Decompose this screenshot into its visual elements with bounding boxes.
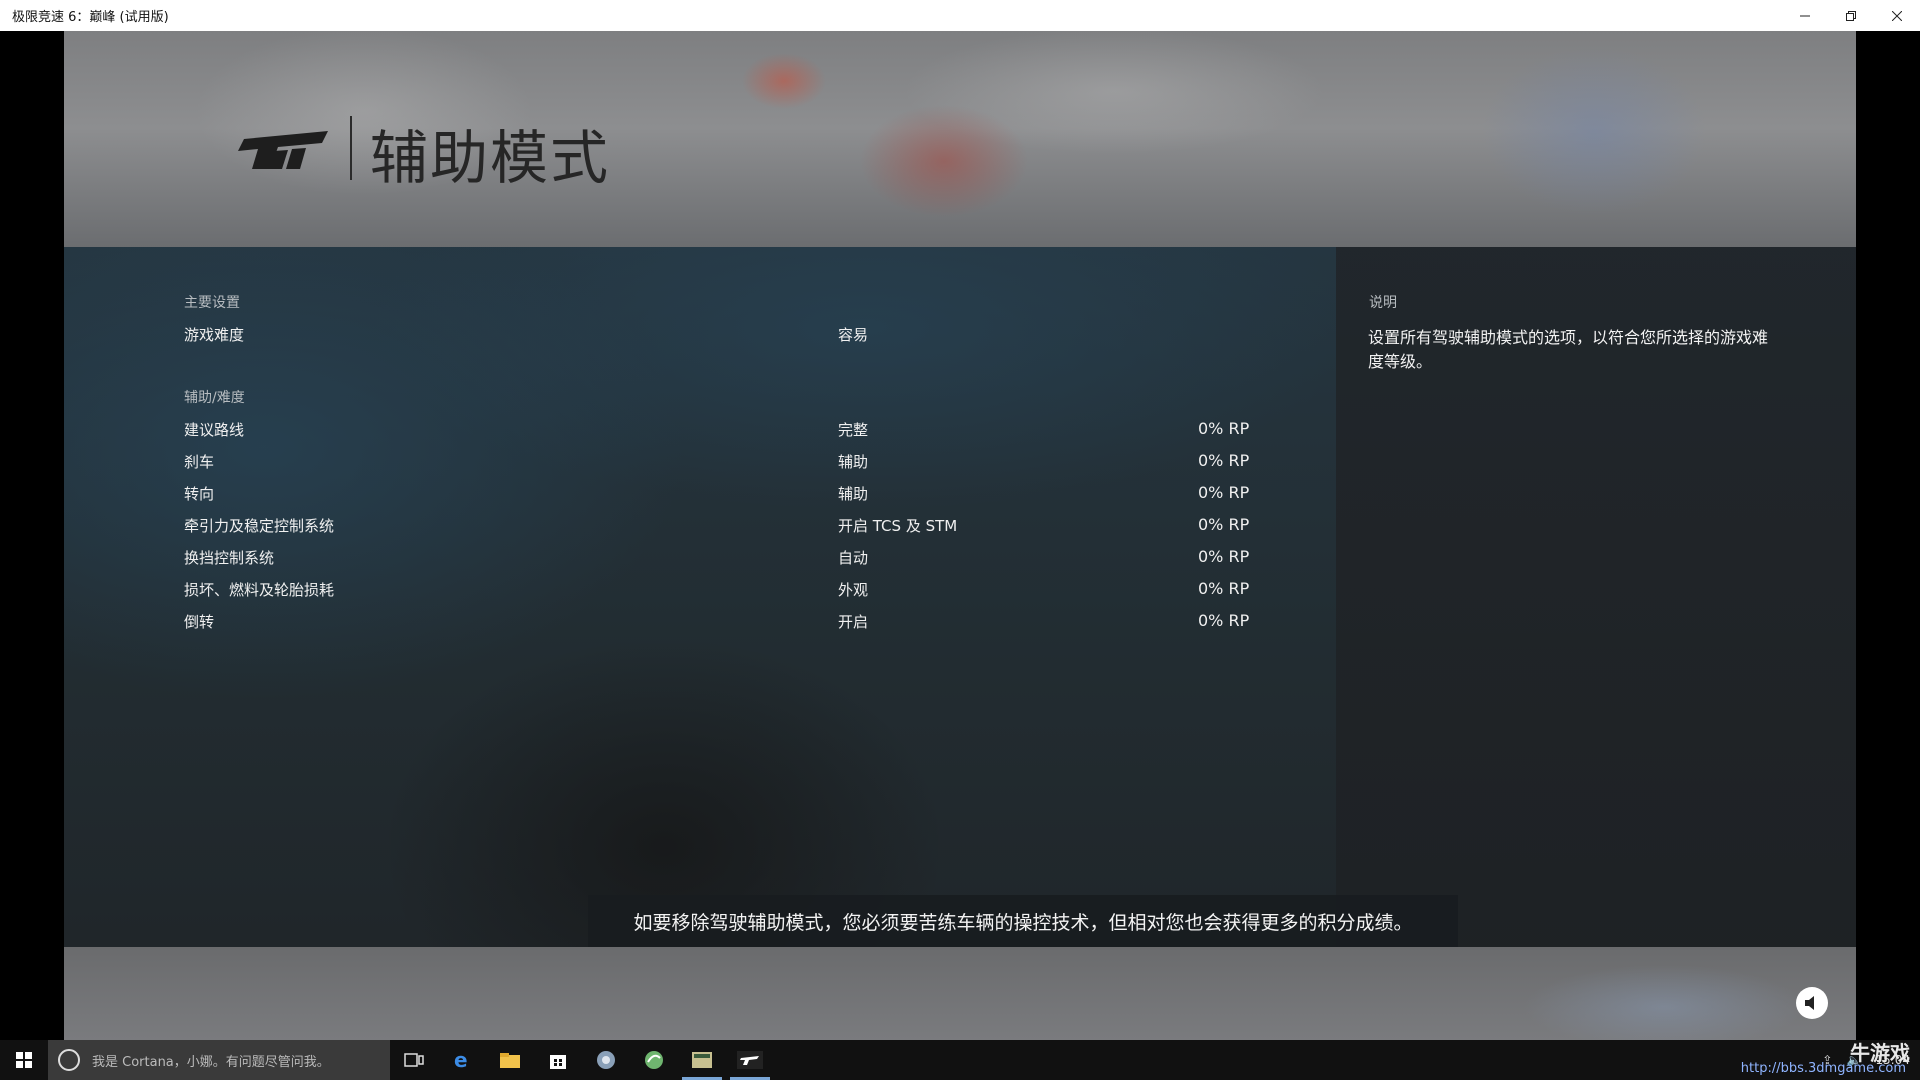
- letterbox-right: [1856, 31, 1920, 1040]
- taskbar-app-3[interactable]: [678, 1040, 726, 1080]
- search-placeholder: 我是 Cortana，小娜。有问题尽管问我。: [92, 1054, 330, 1070]
- setting-name: 刹车: [184, 453, 215, 471]
- minimize-button[interactable]: [1782, 0, 1828, 31]
- forza-logo-icon: [238, 131, 328, 169]
- app-icon-3: [692, 1052, 712, 1068]
- setting-name: 倒转: [184, 613, 215, 631]
- task-view-icon: [404, 1053, 424, 1067]
- watermark-url: http://bbs.3dmgame.com: [1740, 1061, 1906, 1076]
- taskbar-app-1[interactable]: [582, 1040, 630, 1080]
- setting-row-damage-fuel-tires[interactable]: 损坏、燃料及轮胎损耗 外观 0% RP: [184, 579, 1284, 607]
- setting-value: 辅助: [838, 485, 869, 503]
- setting-rp: 0% RP: [1198, 483, 1250, 502]
- setting-name: 转向: [184, 485, 215, 503]
- app-icon-1: [597, 1051, 615, 1069]
- setting-row-difficulty[interactable]: 游戏难度 容易: [184, 324, 1284, 352]
- cortana-icon: [58, 1049, 80, 1071]
- sound-button[interactable]: [1796, 987, 1828, 1019]
- window-titlebar: 极限竞速 6：巅峰 (试用版): [0, 0, 1920, 31]
- setting-value: 外观: [838, 581, 869, 599]
- window-title: 极限竞速 6：巅峰 (试用版): [12, 10, 169, 25]
- taskbar-app-2[interactable]: [630, 1040, 678, 1080]
- setting-rp: 0% RP: [1198, 579, 1250, 598]
- description-text: 设置所有驾驶辅助模式的选项，以符合您所选择的游戏难度等级。: [1368, 328, 1769, 371]
- setting-rp: 0% RP: [1198, 611, 1250, 630]
- hint-banner: 如要移除驾驶辅助模式，您必须要苦练车辆的操控技术，但相对您也会获得更多的积分成绩…: [588, 895, 1458, 947]
- close-button[interactable]: [1874, 0, 1920, 31]
- setting-name: 牵引力及稳定控制系统: [184, 517, 335, 535]
- setting-value: 开启 TCS 及 STM: [838, 517, 958, 535]
- start-button[interactable]: [0, 1040, 48, 1080]
- store-icon: [550, 1055, 566, 1069]
- setting-value: 开启: [838, 613, 869, 631]
- setting-rp: 0% RP: [1198, 515, 1250, 534]
- task-view-button[interactable]: [390, 1040, 438, 1080]
- header-banner: 辅助模式: [64, 31, 1856, 247]
- setting-rp: 0% RP: [1198, 547, 1250, 566]
- setting-row-shifting[interactable]: 换挡控制系统 自动 0% RP: [184, 547, 1284, 575]
- store-button[interactable]: [534, 1040, 582, 1080]
- setting-rp: 0% RP: [1198, 451, 1250, 470]
- window-controls: [1782, 0, 1920, 31]
- file-explorer-button[interactable]: [486, 1040, 534, 1080]
- svg-text:e: e: [454, 1049, 468, 1071]
- setting-row-steering[interactable]: 转向 辅助 0% RP: [184, 483, 1284, 511]
- cortana-search-box[interactable]: 我是 Cortana，小娜。有问题尽管问我。: [48, 1040, 390, 1080]
- setting-name: 换挡控制系统: [184, 549, 275, 567]
- edge-button[interactable]: e: [438, 1040, 486, 1080]
- setting-value: 辅助: [838, 453, 869, 471]
- setting-name: 损坏、燃料及轮胎损耗: [184, 581, 335, 599]
- minimize-icon: [1800, 15, 1810, 16]
- setting-row-traction-stability[interactable]: 牵引力及稳定控制系统 开启 TCS 及 STM 0% RP: [184, 515, 1284, 543]
- file-explorer-icon: [500, 1053, 520, 1068]
- assists-section-label: 辅助/难度: [184, 390, 245, 406]
- speaker-icon: [1805, 996, 1814, 1010]
- main-settings-label: 主要设置: [184, 295, 240, 311]
- setting-value: 自动: [838, 549, 869, 567]
- setting-name: 建议路线: [184, 421, 245, 439]
- edge-icon: e: [454, 1049, 468, 1071]
- setting-name: 游戏难度: [184, 326, 245, 344]
- setting-row-rewind[interactable]: 倒转 开启 0% RP: [184, 611, 1284, 639]
- game-viewport: 辅助模式 主要设置 游戏难度 容易 辅助/难度 建议路线 完整 0% RP 刹车…: [64, 31, 1856, 1040]
- setting-value: 完整: [838, 421, 869, 439]
- description-label: 说明: [1369, 295, 1397, 311]
- taskbar-forza[interactable]: [726, 1040, 774, 1080]
- setting-rp: 0% RP: [1198, 419, 1250, 438]
- page-title: 辅助模式: [370, 124, 611, 192]
- restore-button[interactable]: [1828, 0, 1874, 31]
- logo-divider: [350, 116, 352, 180]
- close-icon: [1892, 10, 1902, 21]
- setting-value: 容易: [838, 326, 869, 344]
- taskbar: 我是 Cortana，小娜。有问题尽管问我。 e ⇪ 🔈 15:04: [0, 1040, 1920, 1080]
- letterbox-left: [0, 31, 64, 1040]
- windows-start-icon: [16, 1052, 32, 1068]
- app-icon-2: [645, 1051, 663, 1069]
- restore-icon: [1846, 10, 1856, 21]
- setting-row-suggested-line[interactable]: 建议路线 完整 0% RP: [184, 419, 1284, 447]
- setting-row-braking[interactable]: 刹车 辅助 0% RP: [184, 451, 1284, 479]
- forza-taskbar-icon: [737, 1051, 763, 1069]
- footer-band: [64, 947, 1856, 1040]
